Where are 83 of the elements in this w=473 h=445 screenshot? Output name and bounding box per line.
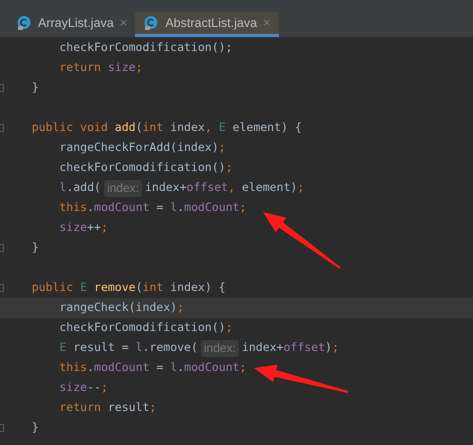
code-token: l <box>58 179 66 196</box>
code-token: ++ <box>87 219 101 236</box>
class-file-icon <box>16 15 32 31</box>
close-button[interactable]: × <box>120 13 128 33</box>
code-token: E <box>218 119 227 136</box>
editor-tab[interactable]: ArrayList.java × <box>8 12 136 37</box>
code-token: checkForComodification(); <box>58 39 232 56</box>
code-token: ( <box>136 279 143 296</box>
code-token: -- <box>87 379 101 396</box>
code-token: offset <box>186 179 228 196</box>
code-token: . <box>87 359 94 376</box>
code-token: ; <box>100 379 108 396</box>
code-token: ; <box>226 319 232 336</box>
parameter-hint: index: <box>104 180 142 196</box>
parameter-hint: index: <box>200 340 239 356</box>
code-token: result = <box>73 339 130 356</box>
code-token: , <box>228 179 236 196</box>
code-token: . <box>87 199 94 216</box>
code-token: l <box>136 339 142 356</box>
code-token: result <box>108 399 150 416</box>
code-token: E <box>80 279 88 296</box>
code-token: index <box>170 119 205 136</box>
code-token: checkForComodification() <box>58 159 226 176</box>
code-token: ; <box>239 199 246 216</box>
code-token: } <box>30 79 39 96</box>
code-token: offset <box>283 339 326 356</box>
code-token: .add( <box>66 179 101 196</box>
code-token: rangeCheck(index) <box>58 299 178 316</box>
fold-marker-icon[interactable] <box>0 284 4 292</box>
code-token: return <box>58 399 102 416</box>
editor-tab[interactable]: AbstractList.java × <box>135 12 279 37</box>
code-token: . <box>177 199 184 216</box>
code-token: ; <box>297 179 304 196</box>
code-token: this <box>58 199 88 216</box>
code-token: public void <box>30 119 109 136</box>
code-token: checkForComodification() <box>58 319 226 336</box>
tab-label: ArrayList.java <box>38 14 114 32</box>
code-token: ; <box>149 399 156 416</box>
code-token: , <box>204 119 213 136</box>
fold-marker-icon[interactable] <box>0 84 4 92</box>
code-token: l <box>170 199 178 216</box>
code-token: ; <box>136 59 142 76</box>
code-token: remove <box>94 279 136 296</box>
code-token: = <box>155 359 164 376</box>
code-token: modCount <box>94 359 150 376</box>
code-token: ; <box>218 139 226 156</box>
code-token: E <box>58 339 68 356</box>
code-token: element) <box>242 179 298 196</box>
fold-marker-icon[interactable] <box>0 424 4 432</box>
code-token: int <box>142 279 164 296</box>
code-token: modCount <box>184 199 240 216</box>
code-token: int <box>142 119 164 136</box>
code-token: size <box>58 379 88 396</box>
code-token: ( <box>136 119 142 136</box>
code-token: element) { <box>232 119 302 136</box>
code-token: ; <box>177 299 184 316</box>
code-token: . <box>177 359 184 376</box>
code-token: this <box>58 359 88 376</box>
code-token: l <box>170 359 178 376</box>
code-token: ; <box>226 159 232 176</box>
code-token: } <box>30 239 39 256</box>
code-token: public <box>30 279 74 296</box>
code-token: modCount <box>94 199 150 216</box>
code-token: .remove( <box>142 339 198 356</box>
tab-label: AbstractList.java <box>165 14 258 32</box>
code-token: = <box>155 199 164 216</box>
code-token: add <box>114 119 136 136</box>
class-file-icon <box>143 15 160 31</box>
code-token: ; <box>332 339 339 356</box>
code-token: ; <box>239 359 246 376</box>
fold-marker-icon[interactable] <box>0 124 4 132</box>
code-token: index+ <box>242 339 284 356</box>
code-token: } <box>30 419 39 436</box>
code-token: index) { <box>170 279 226 296</box>
code-token: index+ <box>144 179 187 196</box>
code-token: size <box>108 59 136 76</box>
code-token: ) <box>325 339 332 356</box>
code-token: rangeCheckForAdd(index) <box>58 139 219 156</box>
code-token: return <box>58 59 102 76</box>
code-token: modCount <box>184 359 240 376</box>
code-token: size <box>58 219 88 236</box>
fold-marker-icon[interactable] <box>0 244 4 252</box>
code-token: ; <box>100 219 108 236</box>
